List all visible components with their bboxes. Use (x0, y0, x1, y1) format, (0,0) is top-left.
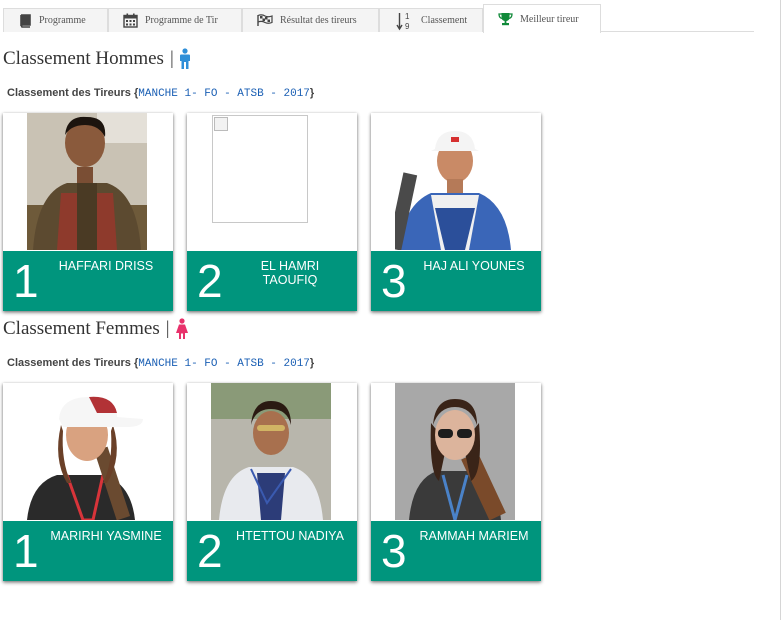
tab-programme-de-tir[interactable]: Programme de Tir (108, 8, 242, 32)
rank-number: 1 (13, 525, 39, 577)
tab-label: Programme de Tir (145, 15, 218, 26)
tab-resultat-des-tireurs[interactable]: Résultat des tireurs (242, 8, 379, 32)
tab-classement[interactable]: 1 9 Classement (379, 8, 483, 32)
rank-band: 2 EL HAMRI TAOUFIQ (187, 251, 357, 311)
tab-bar: Programme Programme de Tir Résultat des … (3, 4, 754, 33)
tab-label: Résultat des tireurs (280, 15, 357, 26)
rank-band: 3 HAJ ALI YOUNES (371, 251, 541, 311)
tab-programme[interactable]: Programme (3, 8, 108, 32)
subtitle-text: Classement des Tireurs (7, 357, 131, 369)
rank-band: 1 HAFFARI DRISS (3, 251, 173, 311)
rank-number: 1 (13, 255, 39, 307)
section-title-men: Classement Hommes | (3, 47, 191, 71)
tab-label: Programme (39, 15, 86, 26)
podium-card-men-2[interactable]: 2 EL HAMRI TAOUFIQ (187, 113, 357, 311)
rank-band: 2 HTETTOU NADIYA (187, 521, 357, 581)
shooter-photo (395, 383, 515, 520)
rank-band: 1 MARIRHI YASMINE (3, 521, 173, 581)
podium-card-women-3[interactable]: 3 RAMMAH MARIEM (371, 383, 541, 581)
svg-text:1: 1 (405, 12, 410, 21)
shooter-name: HAFFARI DRISS (58, 259, 154, 273)
podium-card-men-1[interactable]: 1 HAFFARI DRISS (3, 113, 173, 311)
window-edge (780, 0, 781, 620)
broken-image-icon (214, 117, 228, 131)
event-name: MANCHE 1- FO - ATSB - 2017 (138, 358, 310, 370)
tab-label: Classement (421, 15, 468, 26)
section-title-text: Classement Hommes (3, 48, 164, 69)
trophy-icon (498, 13, 513, 26)
subtitle-women: Classement des Tireurs {MANCHE 1- FO - A… (7, 357, 314, 370)
book-icon (20, 13, 31, 28)
shooter-name: MARIRHI YASMINE (50, 529, 162, 543)
shooter-photo (27, 383, 147, 520)
tab-meilleur-tireur[interactable]: Meilleur tireur (483, 4, 601, 33)
rank-number: 3 (381, 525, 407, 577)
female-icon (175, 318, 188, 339)
title-separator: | (165, 318, 170, 339)
section-title-text: Classement Femmes (3, 318, 160, 339)
shooter-name: RAMMAH MARIEM (419, 529, 529, 543)
male-icon (179, 48, 190, 69)
broken-image-placeholder (212, 115, 308, 223)
rank-number: 2 (197, 525, 223, 577)
sort-numeric-icon: 1 9 (396, 12, 410, 31)
podium-card-men-3[interactable]: 3 HAJ ALI YOUNES (371, 113, 541, 311)
shooter-photo (395, 113, 515, 250)
shooter-name: EL HAMRI TAOUFIQ (260, 259, 320, 287)
svg-text:9: 9 (405, 22, 410, 31)
rank-number: 3 (381, 255, 407, 307)
tab-label: Meilleur tireur (520, 13, 579, 25)
rank-band: 3 RAMMAH MARIEM (371, 521, 541, 581)
brace-close: } (309, 87, 315, 99)
section-title-women: Classement Femmes | (3, 317, 189, 341)
podium-card-women-2[interactable]: 2 HTETTOU NADIYA (187, 383, 357, 581)
calendar-icon (123, 13, 138, 28)
podium-card-women-1[interactable]: 1 MARIRHI YASMINE (3, 383, 173, 581)
brace-close: } (309, 357, 315, 369)
shooter-name: HAJ ALI YOUNES (423, 259, 525, 273)
title-separator: | (169, 48, 174, 69)
shooter-name: HTETTOU NADIYA (236, 529, 344, 543)
shooter-photo (27, 113, 147, 250)
flag-checkered-icon (257, 14, 273, 26)
rank-number: 2 (197, 255, 223, 307)
subtitle-text: Classement des Tireurs (7, 87, 131, 99)
subtitle-men: Classement des Tireurs {MANCHE 1- FO - A… (7, 87, 314, 100)
event-name: MANCHE 1- FO - ATSB - 2017 (138, 88, 310, 100)
shooter-photo (211, 383, 331, 520)
